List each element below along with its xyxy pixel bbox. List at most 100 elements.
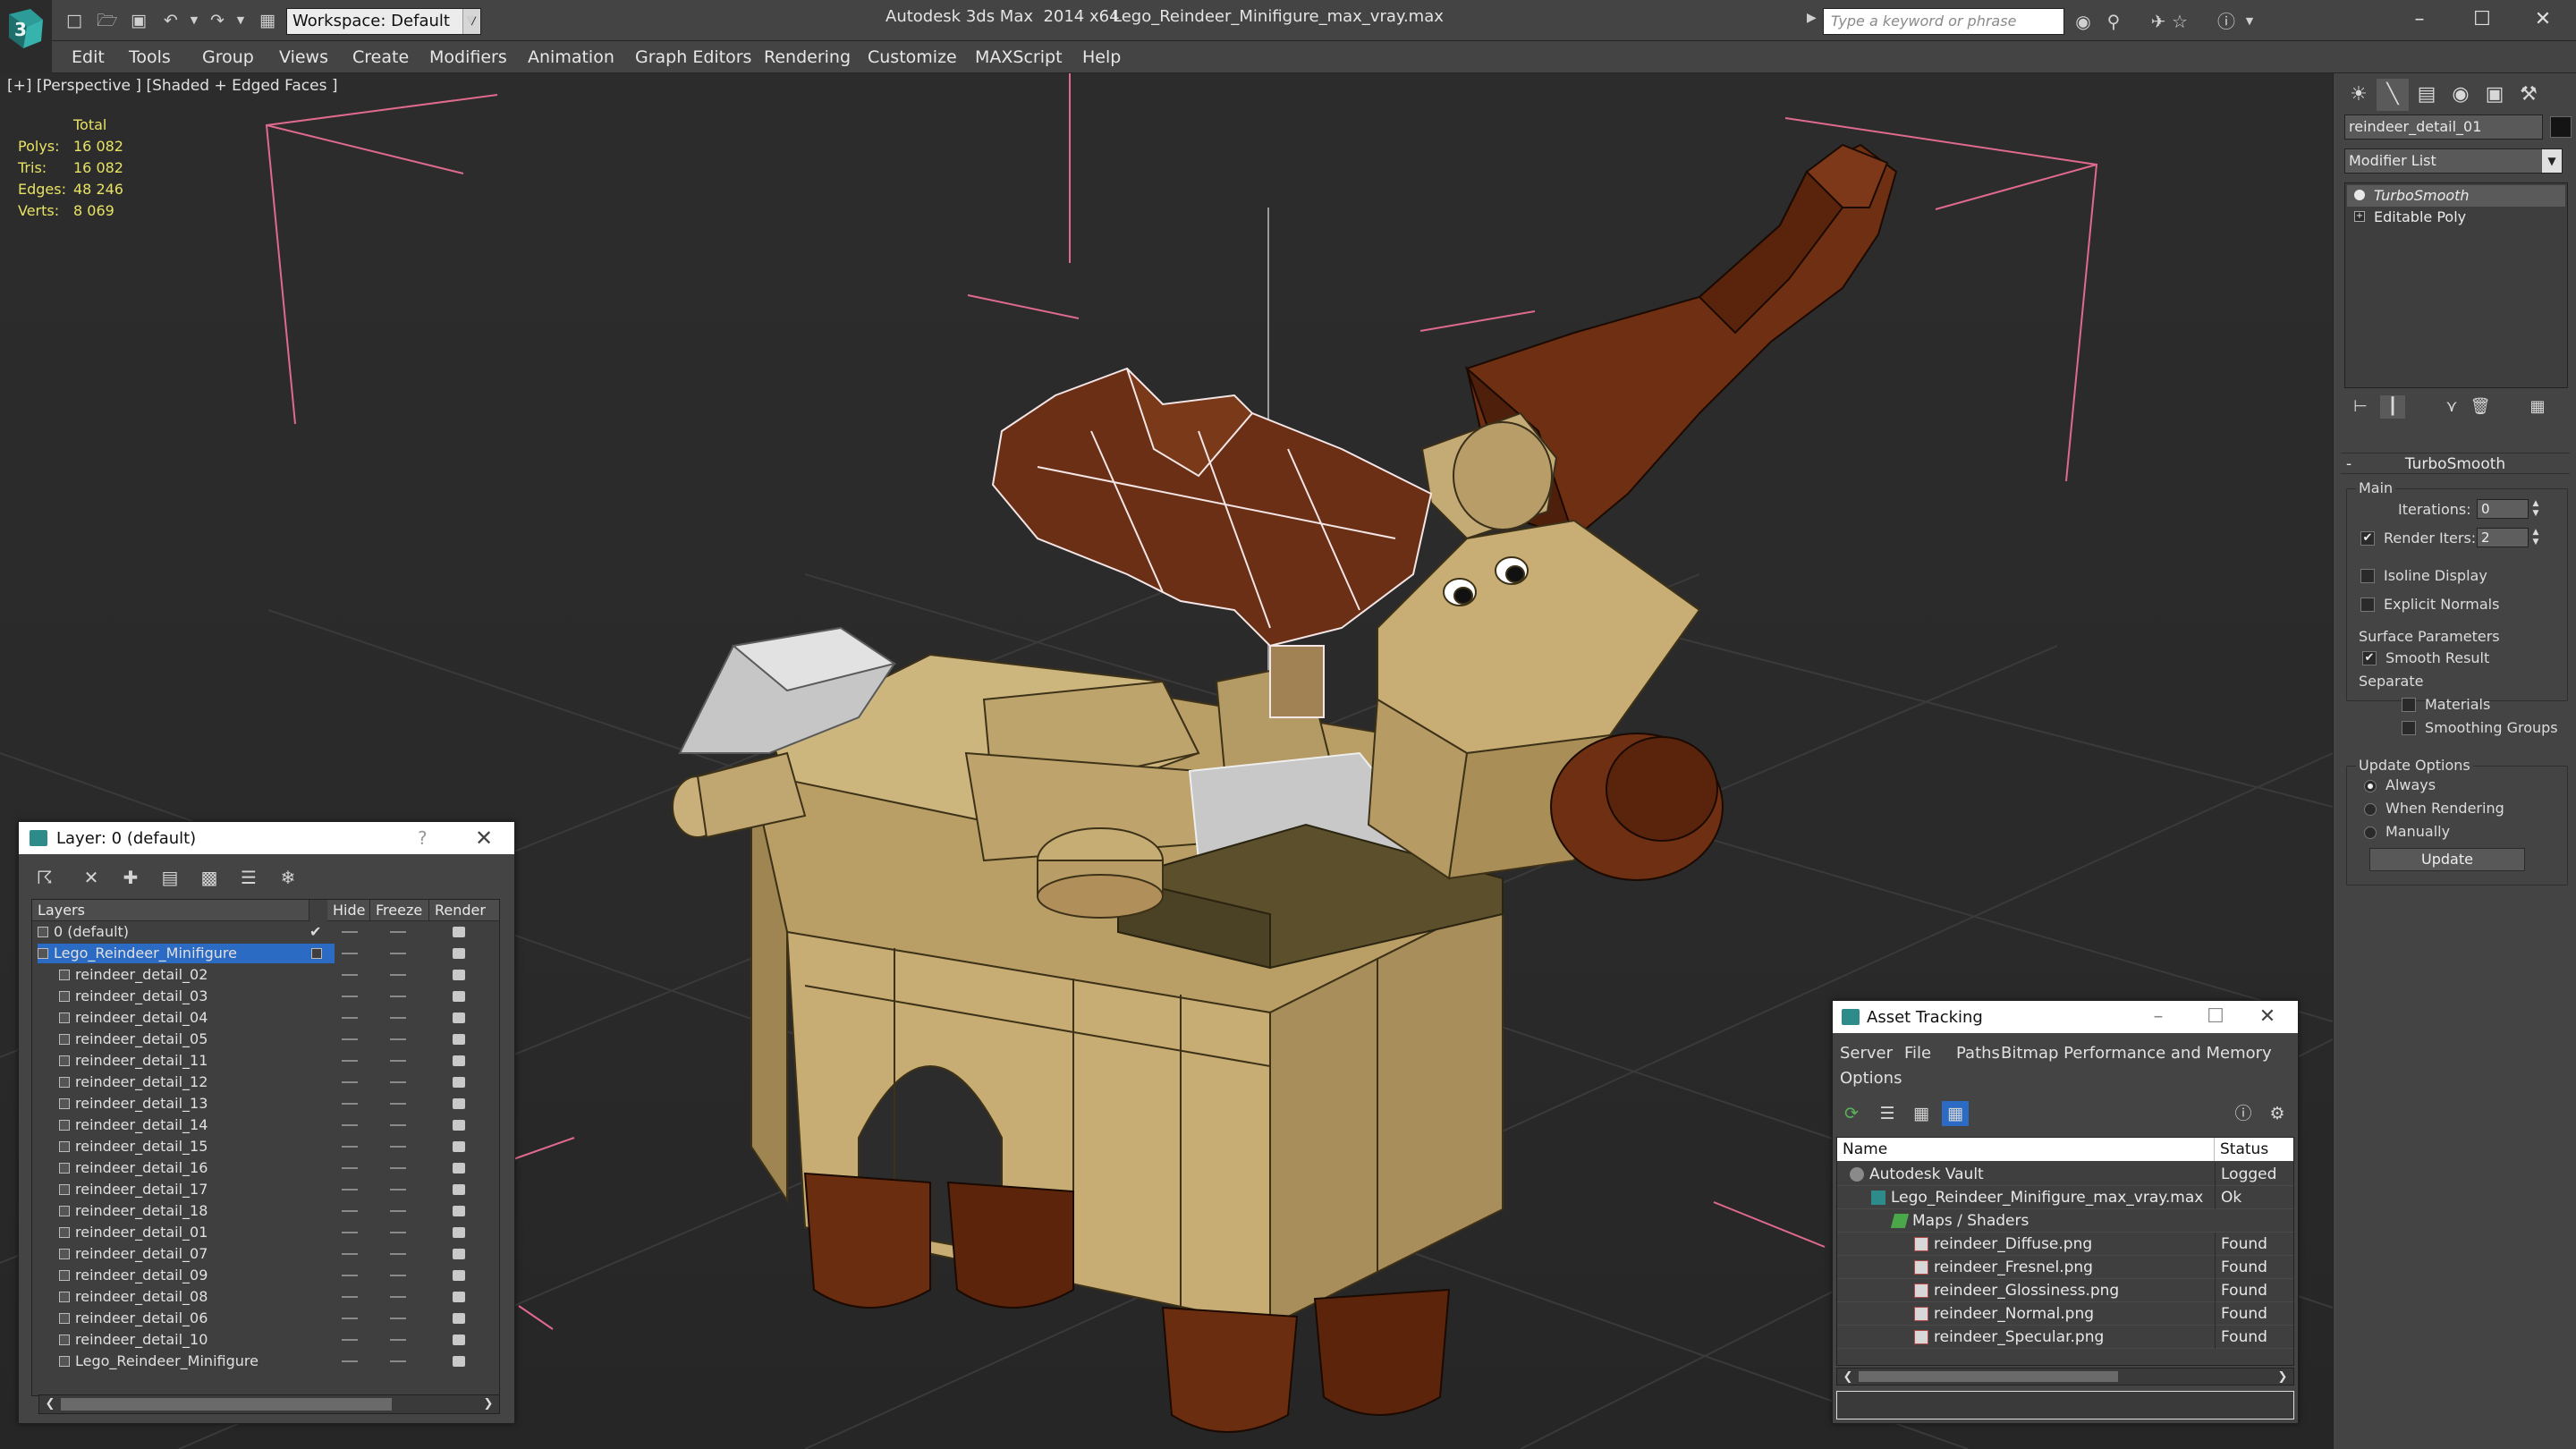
freeze-toggle-icon[interactable] (390, 1275, 406, 1276)
render-teapot-icon[interactable] (453, 1055, 465, 1066)
isoline-display-checkbox[interactable] (2360, 569, 2375, 583)
freeze-all-icon[interactable]: ❄ (275, 865, 301, 890)
asset-menu-file[interactable]: File (1904, 1044, 1931, 1063)
freeze-toggle-icon[interactable] (390, 1103, 406, 1105)
layer-object-row[interactable]: reindeer_detail_11 (32, 1050, 499, 1072)
make-unique-icon[interactable]: ⋎ (2439, 395, 2464, 419)
hide-toggle-icon[interactable] (342, 1360, 358, 1362)
freeze-toggle-icon[interactable] (390, 1318, 406, 1319)
hide-toggle-icon[interactable] (342, 931, 358, 933)
hide-all-icon[interactable]: ☰ (235, 865, 262, 890)
search-icon[interactable]: ⚲ (2102, 11, 2125, 32)
hide-toggle-icon[interactable] (342, 1103, 358, 1105)
layer-object-row[interactable]: reindeer_detail_10 (32, 1329, 499, 1351)
table-view-icon[interactable]: ▦ (1942, 1101, 1969, 1126)
turbosmooth-rollout-header[interactable]: - TurboSmooth (2341, 453, 2570, 474)
layer-object-row[interactable]: reindeer_detail_02 (32, 964, 499, 986)
asset-row[interactable]: Maps / Shaders (1837, 1209, 2293, 1233)
menu-edit[interactable]: Edit (72, 41, 105, 73)
freeze-toggle-icon[interactable] (390, 953, 406, 954)
hide-toggle-icon[interactable] (342, 1081, 358, 1083)
search-expand-icon[interactable]: ▶ (1807, 11, 1817, 25)
configure-sets-icon[interactable]: ▦ (2525, 395, 2550, 419)
render-teapot-icon[interactable] (453, 1077, 465, 1088)
help-dropdown-icon[interactable]: ▼ (2238, 11, 2261, 32)
display-tab-icon[interactable]: ▣ (2479, 79, 2511, 111)
close-icon[interactable]: ✕ (2251, 1003, 2284, 1031)
asset-status-field[interactable] (1836, 1391, 2294, 1419)
render-teapot-icon[interactable] (453, 1313, 465, 1324)
layer-object-row[interactable]: reindeer_detail_14 (32, 1114, 499, 1136)
minimize-button[interactable]: – (2142, 1003, 2174, 1031)
set-current-layer-icon[interactable] (311, 948, 322, 959)
render-teapot-icon[interactable] (453, 1356, 465, 1367)
menu-tools[interactable]: Tools (129, 41, 171, 73)
render-teapot-icon[interactable] (453, 1227, 465, 1238)
asset-row[interactable]: Lego_Reindeer_Minifigure_max_vray.max Ok (1837, 1186, 2293, 1209)
remove-modifier-icon[interactable]: 🗑 (2468, 395, 2493, 419)
asset-menu-bitmap-performance[interactable]: Bitmap Performance and Memory (2001, 1044, 2272, 1063)
show-end-result-icon[interactable]: ┃ (2380, 395, 2405, 419)
layer-object-row[interactable]: reindeer_detail_06 (32, 1308, 499, 1329)
viewport-label[interactable]: [+] [Perspective ] [Shaded + Edged Faces… (7, 77, 337, 95)
redo-dropdown-icon[interactable]: ▼ (231, 11, 250, 30)
spinner-arrows-icon[interactable]: ▲ ▼ (2530, 528, 2541, 547)
hide-toggle-icon[interactable] (342, 1296, 358, 1298)
asset-row[interactable]: reindeer_Normal.png Found (1837, 1302, 2293, 1326)
app-logo[interactable]: 3 (0, 0, 52, 59)
asset-horizontal-scrollbar[interactable]: ❮ ❯ (1836, 1368, 2294, 1385)
menu-views[interactable]: Views (279, 41, 328, 73)
vault-help-icon[interactable]: ⓘ (2230, 1101, 2257, 1126)
hide-toggle-icon[interactable] (342, 1275, 358, 1276)
render-teapot-icon[interactable] (453, 1034, 465, 1045)
menu-customize[interactable]: Customize (868, 41, 957, 73)
asset-row[interactable]: reindeer_Fresnel.png Found (1837, 1256, 2293, 1279)
layer-object-row[interactable]: reindeer_detail_04 (32, 1007, 499, 1029)
freeze-toggle-icon[interactable] (390, 1232, 406, 1233)
stack-item-turbosmooth[interactable]: TurboSmooth (2347, 185, 2565, 207)
close-button[interactable]: ✕ (2515, 0, 2571, 39)
manually-radio[interactable] (2364, 826, 2377, 839)
redo-icon[interactable]: ↷ (208, 11, 227, 30)
new-file-icon[interactable]: □ (64, 11, 84, 30)
motion-tab-icon[interactable]: ◉ (2445, 79, 2477, 111)
freeze-toggle-icon[interactable] (390, 1081, 406, 1083)
refresh-icon[interactable]: ⟳ (1838, 1101, 1865, 1126)
render-teapot-icon[interactable] (453, 1270, 465, 1281)
project-folder-icon[interactable]: ▦ (258, 11, 277, 30)
chevron-down-icon[interactable]: ▼ (2542, 149, 2562, 173)
utilities-tab-icon[interactable]: ⚒ (2512, 79, 2545, 111)
hide-toggle-icon[interactable] (342, 1318, 358, 1319)
freeze-toggle-icon[interactable] (390, 996, 406, 997)
menu-create[interactable]: Create (352, 41, 409, 73)
asset-menu-paths[interactable]: Paths (1956, 1044, 2000, 1063)
render-teapot-icon[interactable] (453, 1120, 465, 1131)
undo-dropdown-icon[interactable]: ▼ (184, 11, 204, 30)
hide-toggle-icon[interactable] (342, 1189, 358, 1191)
list-view-icon[interactable]: ☰ (1874, 1101, 1901, 1126)
asset-row[interactable]: reindeer_Specular.png Found (1837, 1326, 2293, 1349)
freeze-toggle-icon[interactable] (390, 1124, 406, 1126)
layer-object-row[interactable]: reindeer_detail_12 (32, 1072, 499, 1093)
render-teapot-icon[interactable] (453, 948, 465, 959)
object-name-field[interactable]: reindeer_detail_01 (2344, 114, 2543, 140)
spinner-arrows-icon[interactable]: ▲ ▼ (2530, 499, 2541, 519)
favorites-star-icon[interactable]: ☆ (2168, 11, 2191, 32)
hide-toggle-icon[interactable] (342, 996, 358, 997)
smooth-result-checkbox[interactable]: ✔ (2362, 651, 2377, 665)
render-iters-spinner[interactable]: 2 (2477, 528, 2529, 547)
lightbulb-icon[interactable] (2354, 190, 2365, 200)
scroll-right-icon[interactable]: ❯ (2274, 1368, 2292, 1386)
asset-menu-server[interactable]: Server (1840, 1044, 1893, 1063)
column-header-layers[interactable]: Layers (32, 900, 309, 921)
modify-tab-icon[interactable]: ╲ (2377, 79, 2409, 111)
help-icon[interactable]: ⓘ (2215, 11, 2238, 32)
menu-group[interactable]: Group (202, 41, 254, 73)
always-radio[interactable] (2364, 780, 2377, 792)
hide-toggle-icon[interactable] (342, 1146, 358, 1148)
freeze-toggle-icon[interactable] (390, 1210, 406, 1212)
column-header-status[interactable]: Status (2215, 1138, 2293, 1161)
layer-object-row[interactable]: reindeer_detail_07 (32, 1243, 499, 1265)
render-teapot-icon[interactable] (453, 991, 465, 1002)
create-layer-icon[interactable]: ☈ (31, 865, 58, 890)
